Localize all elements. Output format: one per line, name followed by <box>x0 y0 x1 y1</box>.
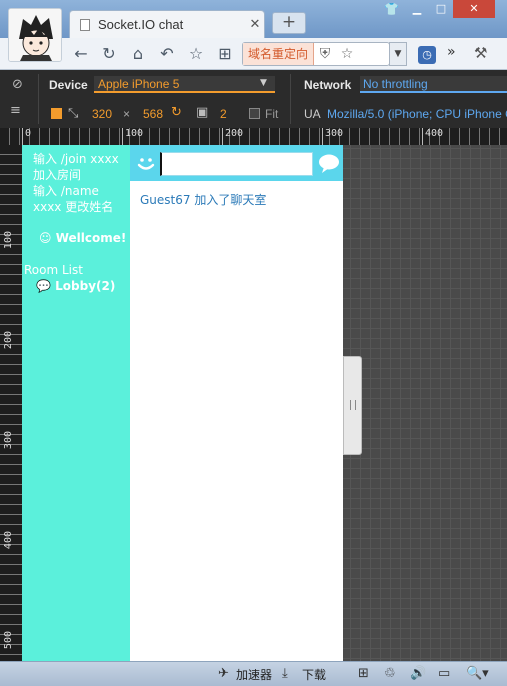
emoji-smile-icon[interactable] <box>134 151 158 175</box>
maximize-button[interactable]: □ <box>429 0 453 18</box>
ruler-vertical: 100 200 300 400 500 <box>0 145 22 661</box>
resize-icon: ⤡ <box>68 106 79 121</box>
window-close-button[interactable]: ✕ <box>453 0 495 18</box>
send-chat-bubble-icon[interactable] <box>317 151 341 175</box>
network-value: No throttling <box>363 77 428 91</box>
window-titlebar: Socket.IO chat ✕ + 👕 ▁ □ ✕ <box>0 0 507 38</box>
emulated-viewport: 0 100 200 300 400 100 200 300 400 500 输入… <box>0 128 507 661</box>
ruler-left-label: 400 <box>3 531 14 550</box>
reload-icon[interactable]: ↻ <box>98 43 120 65</box>
screen-icon[interactable]: ▭ <box>438 666 450 681</box>
clock-icon[interactable]: ◷ <box>418 46 436 64</box>
ruler-top-label: 400 <box>425 128 444 139</box>
new-tab-button[interactable]: + <box>272 12 306 34</box>
emulate-resolution-checkbox[interactable] <box>51 108 62 119</box>
help-line: 输入 /join xxxx <box>33 152 119 166</box>
ruler-top-label: 200 <box>225 128 244 139</box>
dpr-icon: ▣ <box>196 105 209 120</box>
fit-checkbox[interactable] <box>249 108 260 119</box>
tab-close-button[interactable]: ✕ <box>246 17 264 32</box>
height-field[interactable]: 568 <box>143 107 163 121</box>
download-button[interactable]: 下载 <box>302 666 326 683</box>
help-line: xxxx 更改姓名 <box>33 200 114 214</box>
fit-label: Fit <box>265 107 279 121</box>
address-actions: 域名重定向 ⛨ ☆ <box>242 42 390 66</box>
doc-icon <box>80 18 90 31</box>
chat-message: Guest67 加入了聊天室 <box>140 193 267 207</box>
device-select[interactable]: Apple iPhone 5 ▼ <box>94 76 275 93</box>
extension-icon[interactable]: ⊞ <box>214 43 236 65</box>
message-list: Guest67 加入了聊天室 <box>140 191 266 208</box>
device-label: Device <box>49 78 88 92</box>
domain-redirect-button[interactable]: 域名重定向 <box>243 43 315 65</box>
window-controls: ▁ □ ✕ <box>405 0 495 18</box>
viewport-resize-handle[interactable] <box>343 356 362 455</box>
add-icon[interactable]: ⊞ <box>358 666 369 681</box>
ruler-horizontal: 0 100 200 300 400 <box>0 128 507 145</box>
smile-icon: ☺ <box>39 231 52 245</box>
shield-icon[interactable]: ⛨ <box>314 46 336 62</box>
no-entry-icon[interactable]: ⊘ <box>12 77 23 92</box>
bookmark-star-icon[interactable]: ☆ <box>336 46 358 62</box>
help-line: 加入房间 <box>33 168 82 182</box>
zoom-icon[interactable]: 🔍▾ <box>466 666 489 681</box>
undo-icon[interactable]: ↶ <box>156 43 178 65</box>
ruler-left-label: 500 <box>3 631 14 650</box>
chat-bubble-icon: 💬 <box>36 279 51 293</box>
tab-title: Socket.IO chat <box>98 17 184 32</box>
ruler-left-label: 100 <box>3 231 14 250</box>
help-text: 输入 /join xxxx 加入房间 输入 /name xxxx 更改姓名 <box>33 151 130 215</box>
chat-page: 输入 /join xxxx 加入房间 输入 /name xxxx 更改姓名 ☺ … <box>22 145 343 661</box>
avatar-image[interactable] <box>8 8 62 62</box>
back-icon[interactable]: ← <box>70 43 92 65</box>
browser-statusbar: ✈ 加速器 ⤓ 下载 ⊞ ♲ 🔊 ▭ 🔍▾ <box>0 661 507 686</box>
more-extensions-button[interactable]: » <box>447 44 456 60</box>
home-icon[interactable]: ⌂ <box>127 43 149 65</box>
accelerator-button[interactable]: 加速器 <box>236 666 272 683</box>
dpr-field[interactable]: 2 <box>220 107 227 121</box>
browser-toolbar: ← ↻ ⌂ ↶ ☆ ⊞ 域名重定向 ⛨ ☆ ▼ ◷ » ⚒ <box>0 38 507 70</box>
width-field[interactable]: 320 <box>92 107 112 121</box>
ua-value[interactable]: Mozilla/5.0 (iPhone; CPU iPhone O <box>327 107 507 121</box>
welcome-text: Wellcome! <box>55 231 127 245</box>
ruler-left-label: 200 <box>3 331 14 350</box>
room-item-lobby[interactable]: 💬 Lobby(2) <box>36 279 115 293</box>
media-query-icon[interactable]: ≡ <box>10 103 21 118</box>
minimize-button[interactable]: ▁ <box>405 0 429 18</box>
ruler-left-label: 300 <box>3 431 14 450</box>
swap-dimensions-icon[interactable]: ↻ <box>171 105 182 120</box>
volume-icon[interactable]: 🔊 <box>410 666 426 681</box>
device-dropdown-icon: ▼ <box>260 78 267 88</box>
download-icon[interactable]: ⤓ <box>282 666 288 681</box>
network-select[interactable]: No throttling <box>360 76 507 93</box>
ua-label: UA <box>304 107 321 121</box>
star-icon[interactable]: ☆ <box>185 43 207 65</box>
chat-sidebar: 输入 /join xxxx 加入房间 输入 /name xxxx 更改姓名 ☺ … <box>22 145 130 661</box>
message-input[interactable] <box>160 152 313 176</box>
browser-tab[interactable]: Socket.IO chat ✕ <box>69 10 265 38</box>
device-value: Apple iPhone 5 <box>98 77 180 91</box>
rocket-icon[interactable]: ✈ <box>218 666 229 681</box>
room-name: Lobby(2) <box>55 279 116 293</box>
welcome-banner: ☺ Wellcome! <box>39 231 126 245</box>
chat-input-bar <box>130 145 343 181</box>
devtools-device-bar: ⊘ ≡ Device Apple iPhone 5 ▼ ⤡ 320 × 568 … <box>0 70 507 128</box>
ruler-top-label: 0 <box>25 128 32 139</box>
wrench-icon[interactable]: ⚒ <box>474 44 487 62</box>
network-label: Network <box>304 78 352 92</box>
room-list-label: Room List <box>24 263 83 277</box>
help-line: 输入 /name <box>33 184 99 198</box>
ruler-top-label: 300 <box>325 128 344 139</box>
times-symbol: × <box>123 107 131 121</box>
dropdown-arrow-icon[interactable]: ▼ <box>389 42 407 66</box>
theme-shirt-icon[interactable]: 👕 <box>384 2 399 16</box>
ruler-top-label: 100 <box>125 128 144 139</box>
trash-icon[interactable]: ♲ <box>384 666 396 681</box>
